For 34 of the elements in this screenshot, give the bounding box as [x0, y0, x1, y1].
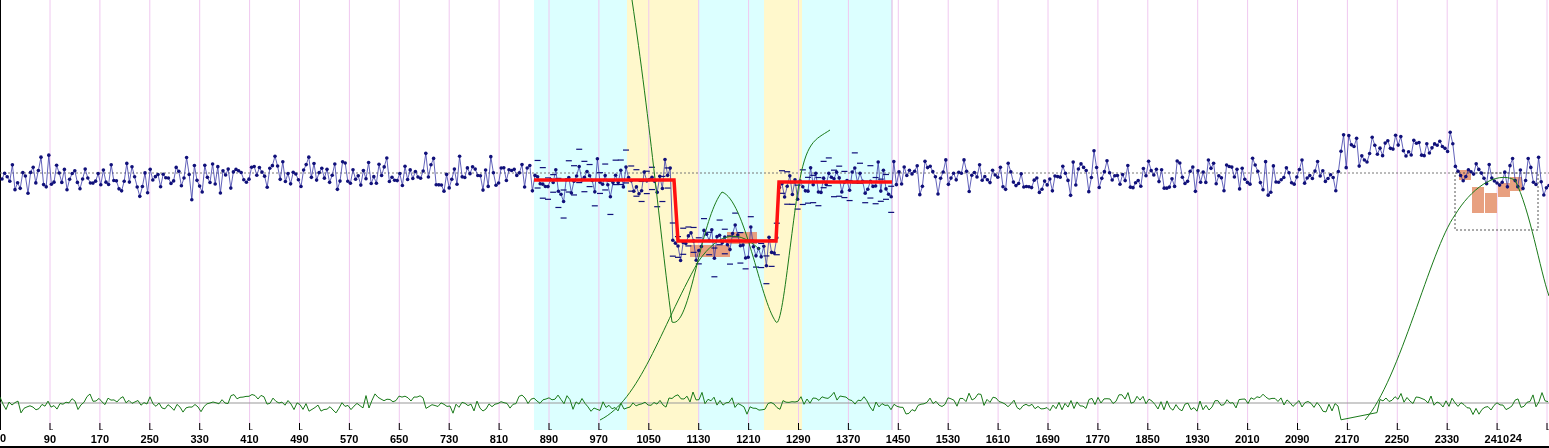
axis-tick-label: 2330	[1434, 433, 1460, 446]
axis-tick-label: 810	[489, 433, 509, 446]
axis-tick-label: 1370	[835, 433, 861, 446]
axis-tick-label: 1770	[1085, 433, 1110, 446]
axis-tick-label: 250	[140, 433, 159, 446]
axis-tick-label: 1610	[985, 433, 1011, 446]
axis-tick-label: 2250	[1384, 433, 1410, 446]
axis-tick-label: 1530	[935, 433, 961, 446]
axis-tick-label: 90	[43, 433, 57, 446]
axis-tick-label: 410	[240, 433, 259, 446]
axis-tick-label: 570	[340, 433, 359, 446]
axis-tick-label: 730	[439, 433, 459, 446]
error-box	[1472, 187, 1484, 213]
axis-tick-label: 170	[90, 433, 109, 446]
axis-tick-label: 890	[539, 433, 559, 446]
axis-tick-label: 0	[0, 432, 7, 445]
axis-tick-label: 1450	[885, 433, 911, 446]
axis-tick-label: 1850	[1135, 433, 1160, 446]
axis-tick-label: 970	[589, 433, 608, 446]
axis-tick-label: 1210	[736, 433, 761, 446]
axis-tick-label: 2090	[1284, 433, 1310, 446]
axis-tick-label: 490	[290, 433, 309, 446]
error-box	[1485, 193, 1497, 213]
axis-tick-label: 2170	[1334, 433, 1360, 446]
axis-tick-label: 1290	[786, 433, 811, 446]
axis-tick-label: 1930	[1185, 433, 1210, 446]
axis-tick-label: 650	[390, 433, 409, 446]
axis-tick-label: 24	[1509, 432, 1522, 445]
axis-tick-label: 1690	[1035, 433, 1060, 446]
axis-tick-label: 2010	[1235, 433, 1260, 446]
axis-tick-label: 330	[190, 433, 209, 446]
axis-tick-label: 1130	[686, 433, 711, 446]
axis-tick-label: 1050	[636, 433, 661, 446]
axis-tick-label: 2410	[1484, 433, 1509, 446]
